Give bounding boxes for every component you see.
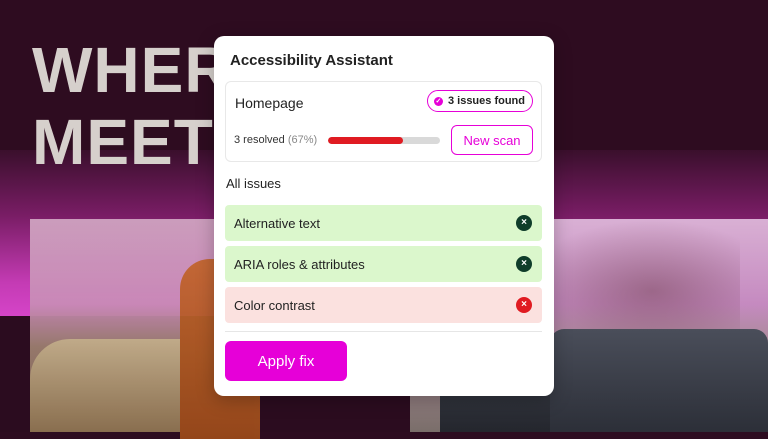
resolve-progress-fill (328, 137, 404, 144)
accessibility-assistant-panel: Accessibility Assistant Homepage ✓ 3 iss… (214, 36, 554, 396)
issue-item-aria-roles[interactable]: ARIA roles & attributes × (225, 246, 542, 282)
panel-title: Accessibility Assistant (230, 52, 393, 69)
ottoman-large (550, 329, 768, 432)
page-name: Homepage (235, 95, 304, 111)
resolve-progress-bar (328, 137, 440, 144)
issues-found-badge: ✓ 3 issues found (426, 90, 533, 112)
resolved-summary: 3 resolved (67%) (234, 134, 317, 146)
divider (225, 331, 542, 332)
apply-fix-button[interactable]: Apply fix (225, 341, 347, 381)
issue-label: ARIA roles & attributes (234, 256, 365, 272)
issue-label: Alternative text (234, 215, 320, 231)
issue-item-alternative-text[interactable]: Alternative text × (225, 205, 542, 241)
all-issues-heading: All issues (226, 176, 281, 191)
close-circle-icon: × (516, 256, 532, 272)
close-circle-icon: × (516, 215, 532, 231)
close-circle-icon: × (516, 297, 532, 313)
issue-label: Color contrast (234, 297, 315, 313)
hero-photo-left (30, 219, 260, 439)
scan-summary-card: Homepage ✓ 3 issues found 3 resolved (67… (225, 81, 542, 162)
issue-item-color-contrast[interactable]: Color contrast × (225, 287, 542, 323)
resolved-percent: (67%) (287, 134, 318, 146)
new-scan-button[interactable]: New scan (451, 125, 533, 155)
headline-line-2: MEET (32, 106, 214, 178)
check-circle-icon: ✓ (433, 96, 443, 106)
resolved-label: 3 resolved (234, 134, 285, 146)
issues-found-label: 3 issues found (447, 95, 525, 107)
